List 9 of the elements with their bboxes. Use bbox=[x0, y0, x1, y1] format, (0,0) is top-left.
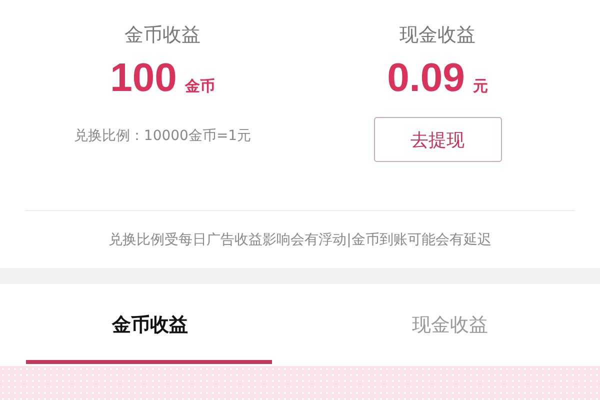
amount: 0.09 bbox=[387, 56, 465, 101]
unit-label: 元 bbox=[472, 77, 488, 96]
earnings-title: 金币收益 bbox=[124, 23, 200, 48]
amount: 100 bbox=[110, 56, 177, 101]
unit-label: 金币 bbox=[184, 77, 215, 96]
withdraw-button[interactable]: 去提现 bbox=[374, 117, 502, 162]
exchange-rate-note: 兑换比例：10000金币=1元 bbox=[74, 127, 252, 145]
notice-text: 兑换比例受每日广告收益影响会有浮动|金币到账可能会有延迟 bbox=[108, 230, 492, 250]
earnings-title: 现金收益 bbox=[400, 23, 476, 48]
